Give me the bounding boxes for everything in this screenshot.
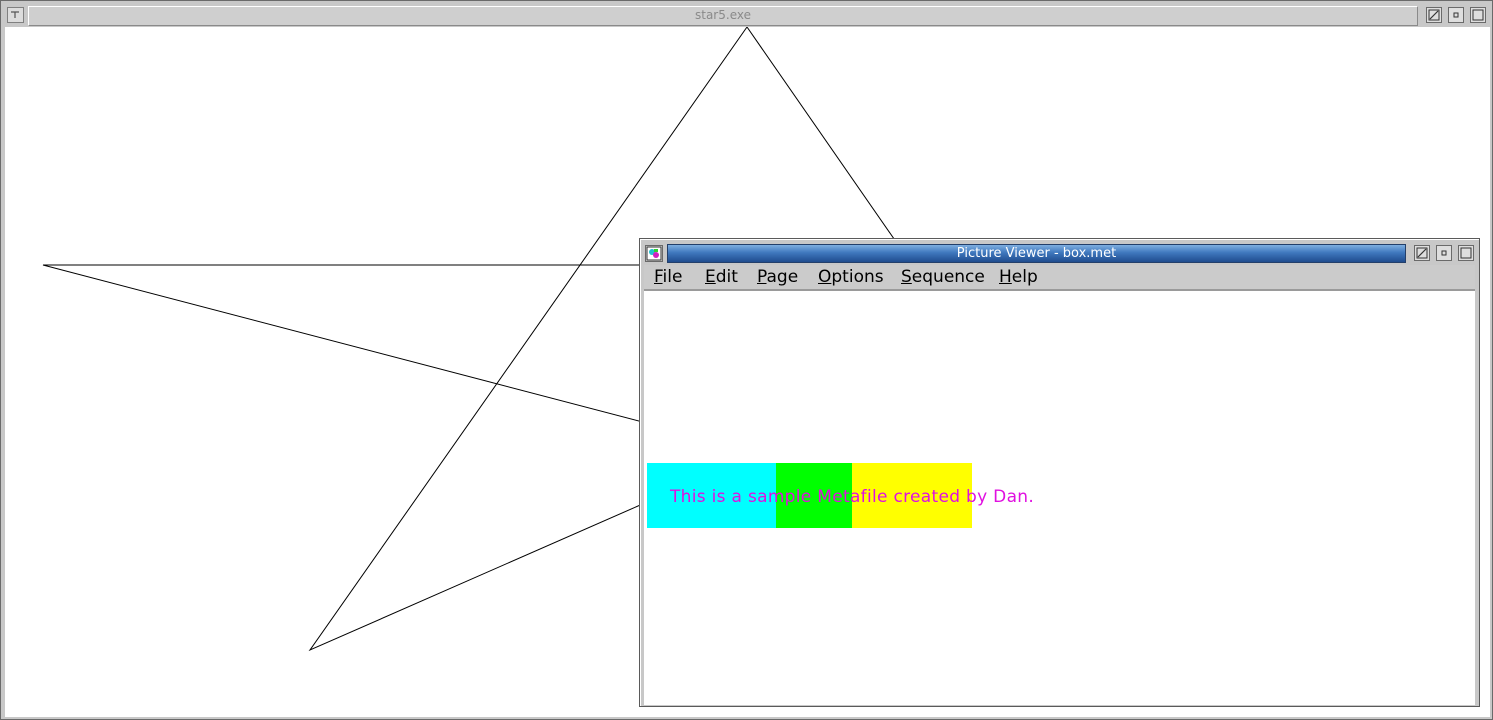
star5-title: star5.exe	[695, 8, 751, 22]
menu-edit[interactable]: Edit	[705, 266, 738, 288]
metafile-text: This is a sample Metafile created by Dan…	[670, 487, 1035, 507]
minimize-button-icon[interactable]	[1436, 245, 1452, 261]
picture-viewer-app-icon[interactable]	[645, 245, 663, 262]
hide-button-icon[interactable]	[1426, 7, 1442, 23]
maximize-button-icon[interactable]	[1470, 7, 1486, 23]
menu-page[interactable]: Page	[757, 266, 798, 288]
picture-viewer-canvas: This is a sample Metafile created by Dan…	[644, 290, 1475, 705]
menu-file[interactable]: File	[654, 266, 682, 288]
menu-sequence[interactable]: Sequence	[901, 266, 985, 288]
menu-bar: File Edit Page Options Sequence Help	[644, 265, 1475, 290]
hide-button-icon[interactable]	[1414, 245, 1430, 261]
maximize-button-icon[interactable]	[1458, 245, 1474, 261]
picture-viewer-title: Picture Viewer - box.met	[956, 246, 1117, 261]
star5-titlebar: star5.exe	[5, 5, 1488, 26]
system-menu-icon[interactable]	[7, 7, 24, 23]
star5-title-area[interactable]: star5.exe	[28, 6, 1418, 26]
picture-viewer-window: Picture Viewer - box.met File Edit Page …	[639, 238, 1480, 707]
menu-help[interactable]: Help	[999, 266, 1038, 288]
picture-viewer-titlebar: Picture Viewer - box.met	[643, 242, 1476, 264]
menu-options[interactable]: Options	[818, 266, 884, 288]
minimize-button-icon[interactable]	[1448, 7, 1464, 23]
picture-viewer-title-area[interactable]: Picture Viewer - box.met	[667, 244, 1406, 263]
